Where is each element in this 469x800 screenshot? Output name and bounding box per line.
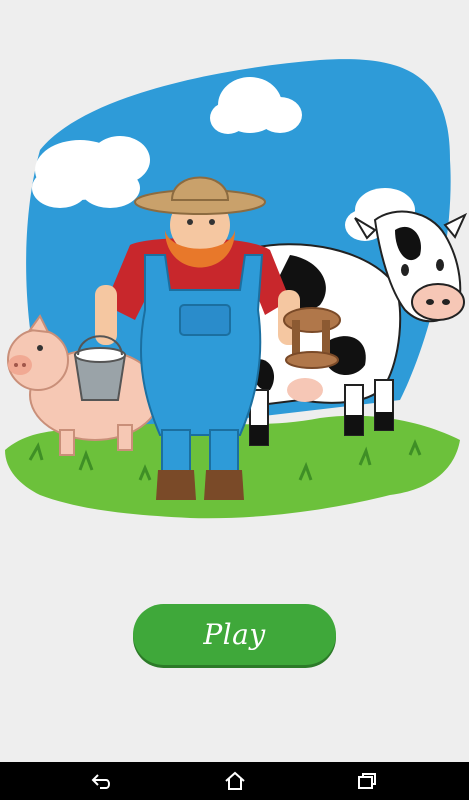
back-button[interactable] (72, 762, 132, 800)
navigation-bar (0, 762, 469, 800)
play-button[interactable]: Play (133, 604, 336, 665)
home-icon (224, 771, 245, 790)
recent-apps-button[interactable] (337, 762, 397, 800)
home-button[interactable] (205, 762, 265, 800)
farm-illustration (5, 59, 468, 519)
back-icon (91, 774, 111, 789)
recent-apps-icon (357, 773, 376, 789)
